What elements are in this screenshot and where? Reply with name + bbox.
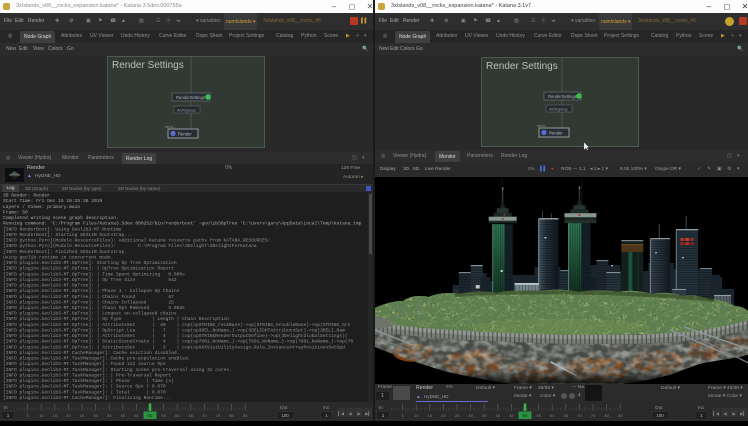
svg-text:In: In xyxy=(379,405,383,410)
svg-text:100: 100 xyxy=(656,413,664,418)
svg-text:35: 35 xyxy=(482,413,487,418)
svg-text:[INFO RenderBoot]: Finished GE: [INFO RenderBoot]: Finished GEOLIB boots… xyxy=(3,249,127,255)
svg-text:[INFO plugins.Geolib3-MT.Cache: [INFO plugins.Geolib3-MT.CacheManager]: … xyxy=(3,350,179,356)
svg-text:Render: Render xyxy=(549,131,563,136)
svg-text:rend...: rend... xyxy=(165,125,176,129)
svg-text:70: 70 xyxy=(577,413,582,418)
svg-text:65: 65 xyxy=(564,413,569,418)
svg-text:60: 60 xyxy=(175,413,180,418)
svg-text:50: 50 xyxy=(523,413,528,418)
svg-text:45: 45 xyxy=(134,413,139,418)
svg-text:Frame: 50: Frame: 50 xyxy=(3,210,28,216)
svg-text:[INFO python.Pyro](Module.Reso: [INFO python.Pyro](Module.ResourceFiles)… xyxy=(3,243,257,249)
svg-text:100: 100 xyxy=(281,413,289,418)
svg-text:65: 65 xyxy=(189,413,194,418)
svg-text:[INFO plugins.Geolib3-MT.OpTre: [INFO plugins.Geolib3-MT.OpTree]: | Attr… xyxy=(3,344,345,350)
svg-text:85: 85 xyxy=(618,413,623,418)
svg-text:[INFO plugins.Geolib3-MT.OpTre: [INFO plugins.Geolib3-MT.OpTree]: | xyxy=(3,283,100,289)
svg-text:[INFO plugins.Geolib3-MT.OpTre: [INFO plugins.Geolib3-MT.OpTree]: | OpTr… xyxy=(3,266,174,272)
svg-text:45: 45 xyxy=(509,413,514,418)
svg-text:50: 50 xyxy=(148,413,153,418)
svg-text:20: 20 xyxy=(441,413,446,418)
svg-text:[INFO RenderBoot]: Using Geoli: [INFO RenderBoot]: Using Geolib3-MT Runt… xyxy=(3,226,122,232)
svg-text:35: 35 xyxy=(107,413,112,418)
svg-text:55: 55 xyxy=(161,413,166,418)
svg-text:rend...: rend... xyxy=(537,124,548,128)
svg-text:[INFO plugins.Geolib3-MT.TaskM: [INFO plugins.Geolib3-MT.TaskManager]: |… xyxy=(3,384,166,390)
svg-text:40: 40 xyxy=(121,413,126,418)
svg-text:[INFO python.Pyro](Module.Reso: [INFO python.Pyro](Module.ResourceFiles)… xyxy=(3,238,270,244)
svg-text:▎◀: ▎◀ xyxy=(712,411,720,416)
svg-text:10: 10 xyxy=(414,413,419,418)
svg-text:60: 60 xyxy=(550,413,555,418)
svg-text:[INFO plugins.Geolib3-MT.TaskM: [INFO plugins.Geolib3-MT.TaskManager]: |… xyxy=(3,378,174,384)
svg-text:3D Render: Render: 3D Render: Render xyxy=(3,193,50,199)
svg-text:75: 75 xyxy=(216,413,221,418)
svg-text:70: 70 xyxy=(202,413,207,418)
svg-text:[INFO plugins.Geolib3-MT.TaskM: [INFO plugins.Geolib3-MT.TaskManager]: S… xyxy=(3,367,232,373)
svg-text:Using geolib-runtime in concur: Using geolib-runtime in concurrent mode. xyxy=(3,254,113,260)
svg-text:Running command: 'C:/Program F: Running command: 'C:/Program Files/Katan… xyxy=(3,221,362,227)
svg-text:AOVgroup: AOVgroup xyxy=(549,107,568,112)
svg-text:Inc: Inc xyxy=(698,405,705,410)
svg-text:[INFO RenderBoot]: Starting GE: [INFO RenderBoot]: Starting GEOLIB boots… xyxy=(3,232,133,238)
svg-text:Out: Out xyxy=(280,405,288,410)
svg-text:[INFO plugins.Geolib3-MT.OpTre: [INFO plugins.Geolib3-MT.OpTree]: | Phas… xyxy=(3,288,180,294)
svg-text:[INFO plugins.Geolib3-MT.OpTre: [INFO plugins.Geolib3-MT.OpTree]: | Attr… xyxy=(3,333,348,339)
svg-text:[INFO plugins.Geolib3-MT.OpTre: [INFO plugins.Geolib3-MT.OpTree]: | Op T… xyxy=(3,316,229,322)
svg-text:Inc: Inc xyxy=(323,405,330,410)
svg-text:[INFO plugins.Geolib3-MT.OpTre: [INFO plugins.Geolib3-MT.OpTree]: | Op T… xyxy=(3,277,177,283)
svg-text:[INFO plugins.Geolib3-MT.OpTre: [INFO plugins.Geolib3-MT.OpTree]: | Chai… xyxy=(3,305,185,311)
svg-text:1: 1 xyxy=(7,413,10,418)
svg-text:▶▎: ▶▎ xyxy=(365,411,371,416)
svg-text:20: 20 xyxy=(66,413,71,418)
svg-text:[INFO plugins.Geolib3-MT.OpTre: [INFO plugins.Geolib3-MT.OpTree]: | Chai… xyxy=(3,294,174,300)
svg-text:[INFO plugins.Geolib3-MT.OpTre: [INFO plugins.Geolib3-MT.OpTree]: | Chai… xyxy=(3,299,174,305)
svg-text:[INFO plugins.Geolib3-MT.TaskM: [INFO plugins.Geolib3-MT.TaskManager]: F… xyxy=(3,361,166,367)
svg-text:▶▎: ▶▎ xyxy=(740,411,746,416)
svg-text:30: 30 xyxy=(468,413,473,418)
svg-text:Layers / Views: primary.main: Layers / Views: primary.main xyxy=(3,204,80,210)
svg-text:30: 30 xyxy=(93,413,98,418)
svg-text:80: 80 xyxy=(229,413,234,418)
svg-text:Out: Out xyxy=(655,405,663,410)
svg-text:[INFO plugins.Geolib3-MT.TaskM: [INFO plugins.Geolib3-MT.TaskManager]: |… xyxy=(3,372,171,378)
svg-text:85: 85 xyxy=(243,413,248,418)
svg-text:[INFO plugins.Geolib3-MT.Cache: [INFO plugins.Geolib3-MT.CacheManager]: … xyxy=(3,395,171,401)
svg-text:25: 25 xyxy=(80,413,85,418)
svg-text:[INFO plugins.Geolib3-MT.OpTre: [INFO plugins.Geolib3-MT.OpTree]: Starti… xyxy=(3,260,177,266)
svg-text:RenderSettings: RenderSettings xyxy=(176,95,205,100)
svg-text:10: 10 xyxy=(39,413,44,418)
svg-text:▎◀: ▎◀ xyxy=(337,411,345,416)
svg-text:Completed writing scene graph: Completed writing scene graph descriptio… xyxy=(3,215,119,221)
svg-text:In: In xyxy=(4,405,8,410)
svg-text:Render: Render xyxy=(178,132,192,137)
svg-text:[INFO plugins.Geolib3-MT.OpTre: [INFO plugins.Geolib3-MT.OpTree]: | OpSc… xyxy=(3,328,345,334)
svg-text:15: 15 xyxy=(428,413,433,418)
svg-text:25: 25 xyxy=(455,413,460,418)
svg-text:75: 75 xyxy=(591,413,596,418)
svg-text:Start Time: Fri Dec 15 10:25:3: Start Time: Fri Dec 15 10:25:36 2019 xyxy=(3,198,102,204)
svg-text:55: 55 xyxy=(536,413,541,418)
svg-text:40: 40 xyxy=(496,413,501,418)
svg-text:[INFO plugins.Geolib3-MT.OpTre: [INFO plugins.Geolib3-MT.OpTree]: | Stat… xyxy=(3,339,353,345)
svg-text:[INFO plugins.Geolib3-MT.TaskM: [INFO plugins.Geolib3-MT.TaskManager]: |… xyxy=(3,389,166,395)
svg-text:15: 15 xyxy=(53,413,58,418)
svg-text:AOVgroup: AOVgroup xyxy=(177,108,196,113)
svg-text:[INFO plugins.Geolib3-MT.OpTre: [INFO plugins.Geolib3-MT.OpTree]: | Long… xyxy=(3,311,177,317)
svg-text:[INFO plugins.Geolib3-MT.OpTre: [INFO plugins.Geolib3-MT.OpTree]: | Attr… xyxy=(3,322,351,328)
svg-text:[INFO plugins.Geolib3-MT.TaskM: [INFO plugins.Geolib3-MT.TaskManager]: C… xyxy=(3,356,190,362)
svg-text:1: 1 xyxy=(382,413,385,418)
svg-text:80: 80 xyxy=(604,413,609,418)
svg-text:[INFO plugins.Geolib3-MT.OpTre: [INFO plugins.Geolib3-MT.OpTree]: | Time… xyxy=(3,271,185,277)
svg-text:RenderSettings: RenderSettings xyxy=(548,94,577,99)
